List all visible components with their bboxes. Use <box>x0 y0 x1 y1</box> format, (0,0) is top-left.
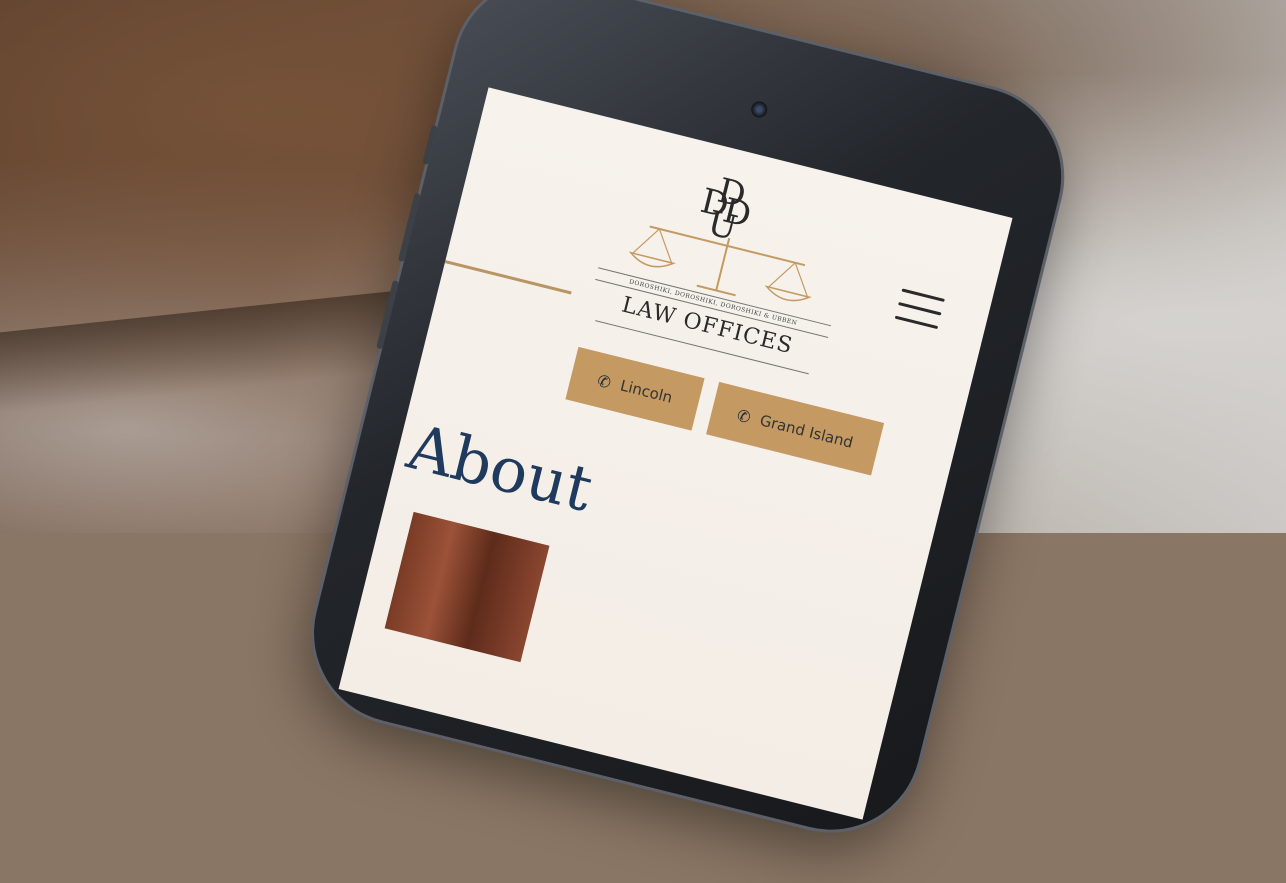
button-label: Lincoln <box>618 376 675 407</box>
hamburger-menu-icon[interactable] <box>893 288 945 337</box>
button-label: Grand Island <box>757 411 855 452</box>
phone-screen: D D D U DOROSHIKI, DOROSHIKI, DOROSHIKI … <box>338 87 1013 820</box>
front-camera <box>749 99 769 120</box>
header-accent-line <box>405 250 572 295</box>
page-heading: About <box>400 409 600 526</box>
phone-device: D D D U DOROSHIKI, DOROSHIKI, DOROSHIKI … <box>294 0 1216 849</box>
phone-icon: ✆ <box>595 370 614 392</box>
about-photo <box>384 511 550 663</box>
phone-icon: ✆ <box>735 405 753 427</box>
